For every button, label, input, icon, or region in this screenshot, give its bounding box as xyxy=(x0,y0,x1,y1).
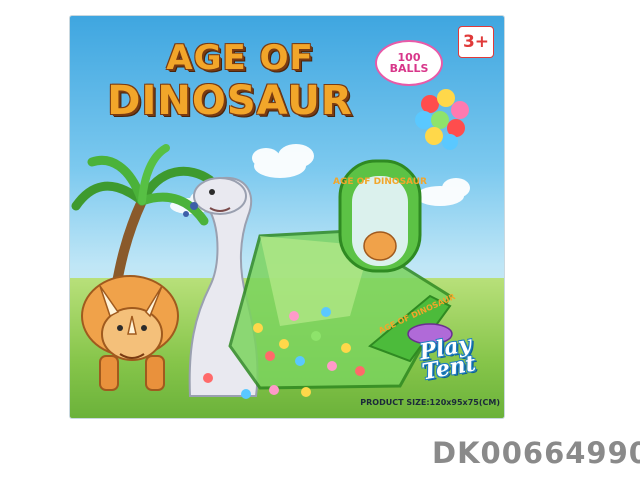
product-size-label: PRODUCT SIZE:120x95x75(CM) xyxy=(360,398,500,407)
box-title-line1: AGE OF xyxy=(166,38,314,78)
product-sku: DK00664990 xyxy=(432,436,640,470)
cloud-icon xyxy=(252,144,314,178)
box-title-line2: DINOSAUR xyxy=(107,78,353,124)
product-box: AGE OF DINOSAUR AGE OF DINOSAUR AGE OF D… xyxy=(70,16,504,418)
tent-label-top: AGE OF DINOSAUR xyxy=(333,177,427,187)
age-badge: 3+ xyxy=(458,26,494,58)
balls-count-badge: 100 BALLS xyxy=(375,40,443,86)
balls-cluster xyxy=(415,89,469,150)
triceratops-icon xyxy=(81,275,179,391)
